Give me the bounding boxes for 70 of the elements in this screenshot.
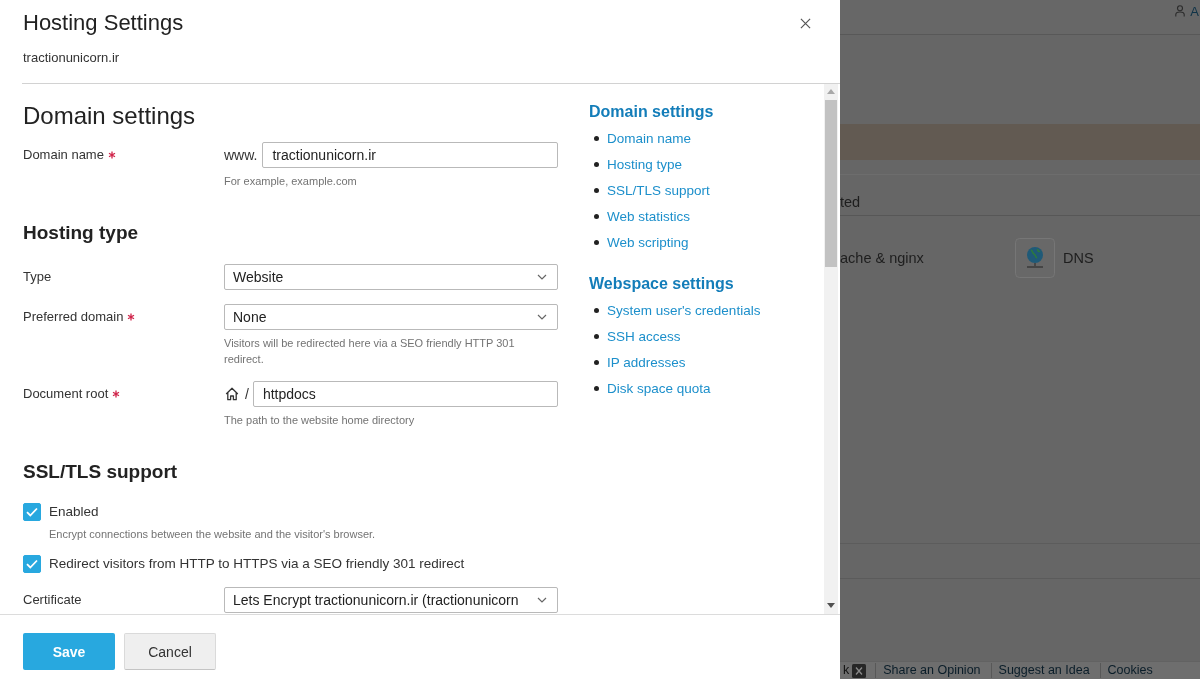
checkmark-icon <box>26 559 38 569</box>
scrollbar-thumb[interactable] <box>825 100 837 267</box>
footer-link[interactable]: Cookies <box>1099 663 1160 678</box>
section-title: Domain settings <box>23 102 197 130</box>
navigation-heading-link[interactable]: Domain settings <box>589 102 824 122</box>
user-icon <box>1175 5 1186 17</box>
navigation-link[interactable]: Hosting type <box>607 156 683 172</box>
navigation-link[interactable]: IP addresses <box>607 354 686 370</box>
close-button[interactable] <box>800 17 811 29</box>
bullet-icon <box>594 359 599 365</box>
chevron-down-icon <box>537 597 547 603</box>
field-label: Certificate <box>23 592 82 608</box>
dropdown-select[interactable]: None <box>224 304 558 330</box>
navigation-link[interactable]: System user's credentials <box>607 302 761 318</box>
dialog-subtitle: tractionunicorn.ir <box>23 50 121 66</box>
service-label[interactable]: ache & nginx <box>840 250 924 266</box>
service-label[interactable]: DNS <box>1063 250 1094 266</box>
footer-link[interactable]: Suggest an Idea <box>990 663 1097 678</box>
field-label: Type <box>23 269 52 285</box>
bullet-icon <box>594 187 599 193</box>
bullet-icon <box>594 239 599 245</box>
navigation-heading-link[interactable]: Webspace settings <box>589 274 824 294</box>
save-button[interactable]: Save <box>23 633 115 670</box>
field-hint: For example, example.com <box>224 174 358 189</box>
dropdown-select[interactable]: Website <box>224 264 558 290</box>
path-separator: / <box>245 386 249 402</box>
x-square-icon[interactable] <box>852 663 867 678</box>
footer-link[interactable]: Share an Opinion <box>875 663 988 678</box>
navigation-link[interactable]: Domain name <box>607 130 692 146</box>
checkbox[interactable] <box>23 503 41 521</box>
close-icon <box>800 17 811 29</box>
field-hint: Visitors will be redirected here via a SEO friendly HTTP 301 redirect. <box>224 336 516 367</box>
prefix-label: www. <box>224 147 258 163</box>
navigation-link[interactable]: SSH access <box>607 328 681 344</box>
bullet-icon <box>594 385 599 391</box>
checkbox[interactable] <box>23 555 41 573</box>
globe-network-icon[interactable] <box>1015 238 1055 278</box>
navigation-link[interactable]: Web statistics <box>607 208 691 224</box>
navigation-link[interactable]: Web scripting <box>607 234 689 250</box>
home-icon <box>225 387 239 401</box>
user-menu-label[interactable]: A <box>1190 4 1200 19</box>
bullet-icon <box>594 161 599 167</box>
cancel-button[interactable]: Cancel <box>124 633 216 670</box>
field-label: Domain name <box>23 147 104 163</box>
dialog-title: Hosting Settings <box>23 10 184 36</box>
tab-label[interactable]: ted <box>840 193 861 211</box>
checkbox-label: Redirect visitors from HTTP to HTTPS via a SEO friendly 301 redirect <box>49 555 465 573</box>
checkmark-icon <box>26 507 38 517</box>
field-label: Preferred domain <box>23 309 124 325</box>
dropdown-select[interactable]: Lets Encrypt tractionunicorn.ir (tractionunicorn <box>224 587 558 613</box>
field-label: Document root <box>23 386 109 402</box>
section-heading: Hosting type <box>23 221 140 245</box>
section-heading: SSL/TLS support <box>23 460 179 484</box>
bullet-icon <box>594 333 599 339</box>
field-hint: The path to the website home directory <box>224 413 416 428</box>
document-root-input[interactable]: httpdocs <box>252 381 558 407</box>
checkbox-hint: Encrypt connections between the website and the visitor's browser. <box>49 527 377 541</box>
scrollbar-track[interactable] <box>824 84 838 614</box>
domain-name-input[interactable]: tractionunicorn.ir <box>262 142 558 168</box>
navigation-link[interactable]: Disk space quota <box>607 380 711 396</box>
navigation-link[interactable]: SSL/TLS support <box>607 182 710 198</box>
bullet-icon <box>594 213 599 219</box>
bullet-icon <box>594 135 599 141</box>
chevron-down-icon <box>537 274 547 280</box>
scroll-down-icon[interactable] <box>827 603 835 608</box>
bullet-icon <box>594 307 599 313</box>
footer-text: k <box>843 663 850 678</box>
scroll-up-icon[interactable] <box>827 89 835 94</box>
chevron-down-icon <box>537 314 547 320</box>
checkbox-label: Enabled <box>49 503 99 521</box>
